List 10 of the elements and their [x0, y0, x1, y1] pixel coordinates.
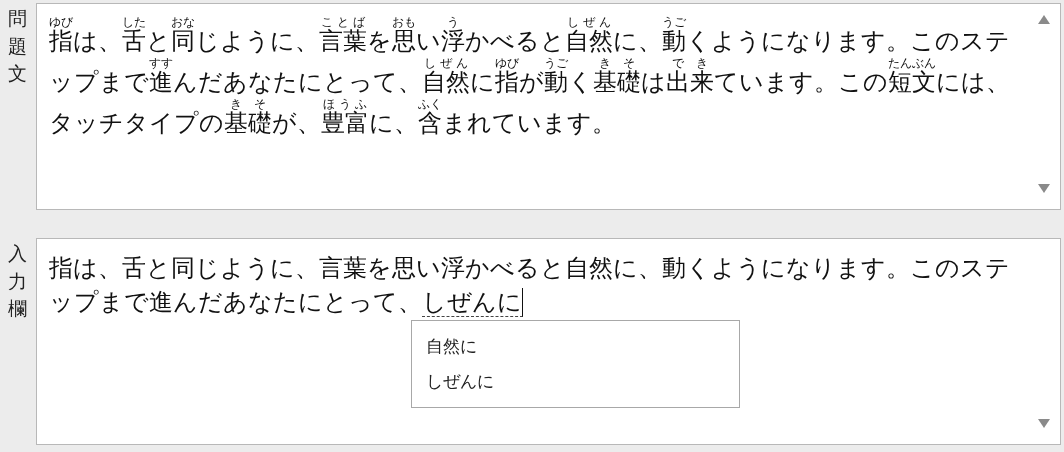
- section-label: 入力欄: [8, 241, 28, 322]
- conversion-candidate[interactable]: 自然に: [412, 329, 739, 364]
- conversion-candidate[interactable]: しぜんに: [412, 364, 739, 399]
- section-label: 問題文: [8, 6, 28, 87]
- scroll-down-icon[interactable]: [1038, 184, 1050, 193]
- question-text: 指 ゆび は、舌 した と 同 おな じように、言葉 ことば を思 おも い浮 う かべると 自然 しぜん に、動 うご くようになります。このステ ップまで進 すす んだあなたにとって、自然 しぜん に指 ゆび が動 うご く 基礎 きそ は出来 でき ています。この短文 たんぶん には、 タッチタイプの基礎 きそ が、豊富 ほうふ に、含 ふく まれています。: [49, 16, 1010, 139]
- input-field[interactable]: 指は、舌と同じように、言葉を思い浮かべると自然に、動くようになります。このステ ップまで進んだあなたにとって、しぜんに 自然に しぜんに: [36, 238, 1061, 445]
- scroll-down-icon[interactable]: [1038, 419, 1050, 428]
- typed-text: 指は、舌と同じように、言葉を思い浮かべると自然に、動くようになります。このステ ップまで進んだあなたにとって、しぜんに: [49, 253, 1010, 319]
- scroll-up-icon[interactable]: [1038, 15, 1050, 24]
